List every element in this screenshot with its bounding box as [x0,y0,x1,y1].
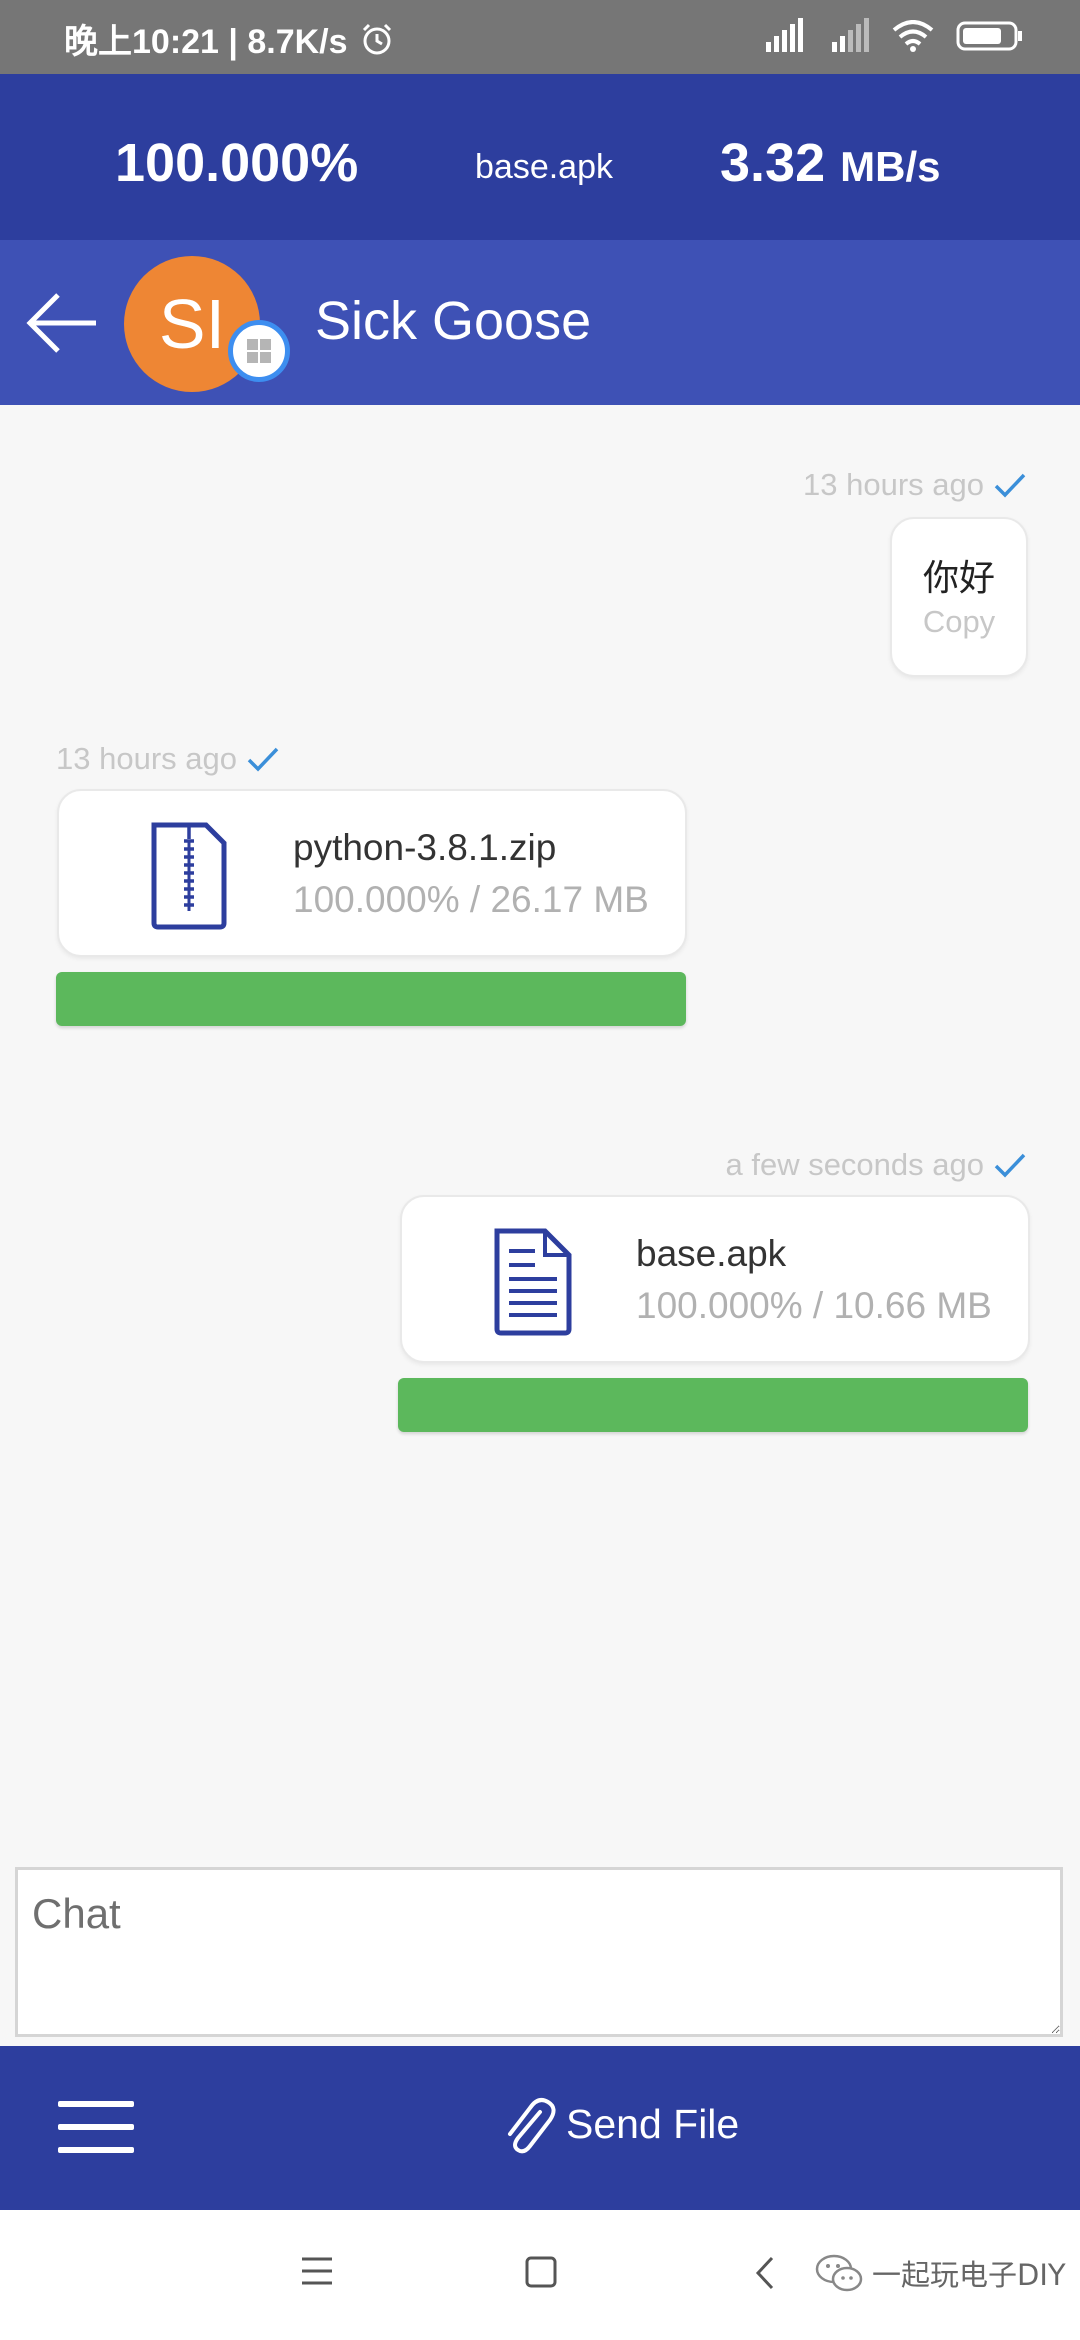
message-timestamp: 13 hours ago [803,467,1026,503]
wechat-icon [815,2254,863,2292]
menu-icon-line [58,2101,134,2107]
file-progress-text: 100.000% / 10.66 MB [636,1285,992,1326]
status-left: 晚上10:21 | 8.7K/s [64,14,394,63]
status-bar: 晚上10:21 | 8.7K/s [0,0,1080,74]
watermark: 一起玩电子DIY [814,2252,1066,2294]
watermark-text: 一起玩电子DIY [872,2258,1066,2292]
signal-icon [766,18,803,52]
status-icons [760,18,1024,54]
timestamp-text: 13 hours ago [56,741,237,776]
text-message-bubble[interactable]: 你好 Copy [890,517,1028,677]
signal-icon-2 [832,18,869,52]
bottom-action-bar: Send File [0,2046,1080,2210]
send-file-label: Send File [566,2100,740,2147]
file-name: python-3.8.1.zip [293,827,557,868]
transfer-speed-value: 3.32 [720,133,826,193]
zip-file-icon [151,822,227,930]
message-text: 你好 [922,557,995,598]
transfer-percent: 100.000% [115,133,359,193]
file-message-bubble[interactable]: base.apk 100.000% / 10.66 MB [400,1195,1030,1363]
progress-fill [56,972,686,1026]
contact-name: Sick Goose [315,291,592,351]
alarm-icon [362,23,391,54]
menu-icon-line [58,2124,134,2130]
status-time-speed: 晚上10:21 | 8.7K/s [64,23,348,61]
timestamp-text: 13 hours ago [803,467,984,502]
paperclip-icon [508,2098,556,2154]
send-file-button[interactable]: Send File [500,2094,739,2154]
file-name: base.apk [636,1233,787,1274]
chat-input[interactable] [15,1867,1063,2037]
menu-icon-line [58,2147,134,2153]
wifi-icon [892,20,934,52]
transfer-file-name: base.apk [475,148,613,186]
battery-icon [956,21,1022,51]
checkmark-icon [247,747,279,772]
transfer-speed: 3.32 MB/s [720,132,940,194]
windows-icon [228,320,290,382]
recent-apps-icon[interactable] [300,2255,334,2287]
home-icon[interactable] [524,2255,558,2289]
checkmark-icon [994,1153,1026,1178]
timestamp-text: a few seconds ago [725,1147,984,1182]
progress-bar [56,972,686,1026]
back-icon[interactable] [754,2255,776,2291]
transfer-speed-unit: MB/s [840,143,941,190]
file-message-bubble[interactable]: python-3.8.1.zip 100.000% / 26.17 MB [57,789,687,957]
back-arrow-icon[interactable] [24,290,100,356]
file-progress-text: 100.000% / 26.17 MB [293,879,649,920]
progress-fill [398,1378,1028,1432]
message-timestamp: a few seconds ago [725,1147,1026,1183]
progress-bar [398,1378,1028,1432]
transfer-status-bar: 100.000% base.apk 3.32 MB/s [0,74,1080,240]
message-list: 13 hours ago 你好 Copy 13 hours ago python… [0,405,1080,1865]
copy-button[interactable]: Copy [892,604,1026,640]
checkmark-icon [994,473,1026,498]
system-nav-bar: 一起玩电子DIY [0,2210,1080,2340]
message-timestamp: 13 hours ago [56,741,279,777]
document-file-icon [494,1228,572,1336]
menu-button[interactable] [58,2101,134,2157]
chat-header: SI Sick Goose [0,240,1080,405]
